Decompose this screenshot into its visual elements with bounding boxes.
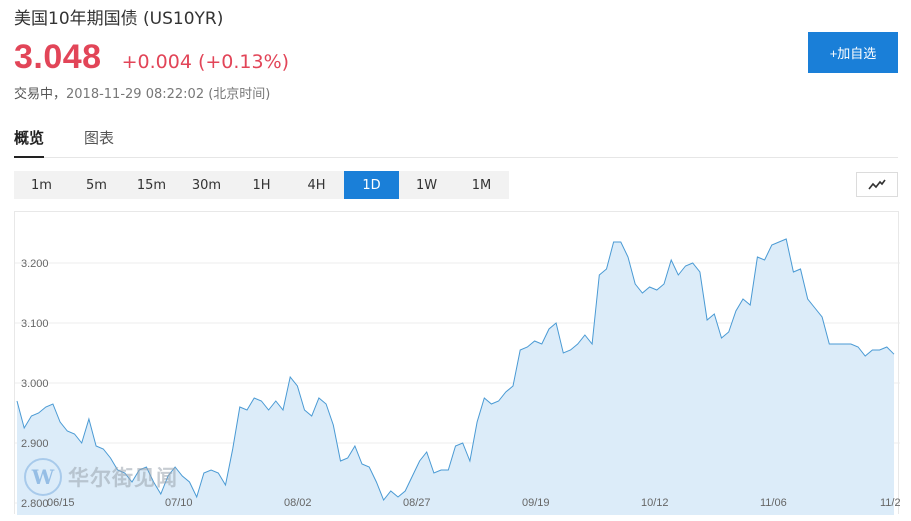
period-15m[interactable]: 15m <box>124 171 179 199</box>
y-tick-label: 2.900 <box>21 438 49 450</box>
price-row: 3.048 +0.004 (+0.13%) <box>14 38 289 77</box>
period-1w[interactable]: 1W <box>399 171 454 199</box>
period-selector: 1m 5m 15m 30m 1H 4H 1D 1W 1M <box>14 171 509 199</box>
period-1mo[interactable]: 1M <box>454 171 509 199</box>
tab-chart[interactable]: 图表 <box>84 120 114 158</box>
period-4h[interactable]: 4H <box>289 171 344 199</box>
period-30m[interactable]: 30m <box>179 171 234 199</box>
add-watchlist-button[interactable]: +加自选 <box>808 32 898 73</box>
x-tick-label: 09/19 <box>522 497 550 509</box>
y-tick-label: 3.100 <box>21 318 49 330</box>
last-price: 3.048 <box>14 38 102 76</box>
tab-overview[interactable]: 概览 <box>14 120 45 158</box>
price-change: +0.004 (+0.13%) <box>121 51 290 73</box>
y-tick-label: 3.000 <box>21 378 49 390</box>
period-5m[interactable]: 5m <box>69 171 124 199</box>
period-1m[interactable]: 1m <box>14 171 69 199</box>
trading-status: 交易中，2018-11-29 08:22:02 (北京时间) <box>14 83 270 102</box>
y-tick-label: 2.800 <box>21 498 49 510</box>
line-chart-icon <box>868 179 886 189</box>
chart-canvas: 3.200 3.100 3.000 2.900 2.80006/15 07/10 08/02… <box>15 238 900 515</box>
instrument-title: 美国10年期国债 (US10YR) <box>14 9 224 29</box>
x-tick-label: 06/15 <box>47 497 75 509</box>
price-chart[interactable]: 3.200 3.100 3.000 2.900 2.800 06/15 07/10 08/02… <box>14 211 900 515</box>
y-tick-label: 3.200 <box>21 258 49 270</box>
chart-type-button[interactable] <box>856 172 898 197</box>
x-tick-label: 11/2 <box>880 497 900 509</box>
x-tick-label: 08/02 <box>284 497 312 509</box>
x-tick-label: 07/10 <box>165 497 193 509</box>
x-tick-label: 10/12 <box>641 497 669 509</box>
period-1d[interactable]: 1D <box>344 171 399 199</box>
period-1h[interactable]: 1H <box>234 171 289 199</box>
timestamp: 2018-11-29 08:22:02 (北京时间) <box>66 87 271 102</box>
x-tick-label: 11/06 <box>760 497 787 509</box>
status-text: 交易中， <box>14 87 67 102</box>
tab-bar: 概览 图表 <box>14 120 898 158</box>
x-tick-label: 08/27 <box>403 497 431 509</box>
price-area-fill <box>17 239 894 515</box>
